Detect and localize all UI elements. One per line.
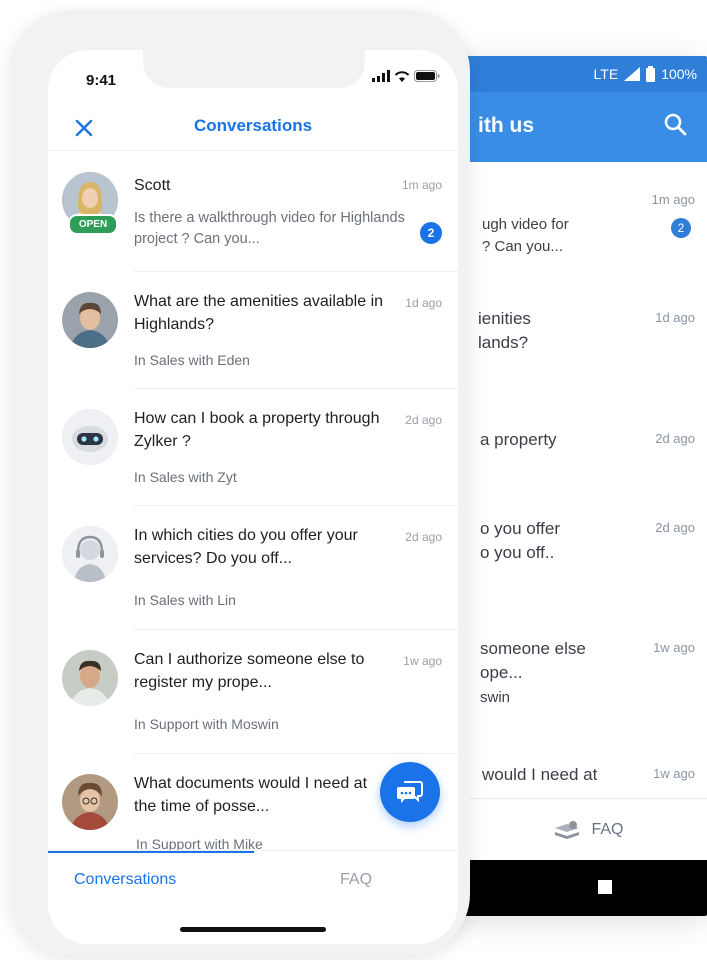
conversation-meta: In Sales with Eden xyxy=(134,352,250,368)
conversation-time: 2d ago xyxy=(405,530,442,544)
android-device: LTE 100% ith us 1m ago ugh video for ? C… xyxy=(430,56,707,916)
avatar xyxy=(62,774,118,830)
android-tab-bar: FAQ xyxy=(430,798,707,860)
android-item-line2: o you off.. xyxy=(480,543,555,562)
conversation-meta: In Sales with Lin xyxy=(134,592,236,608)
android-item-line1: someone else xyxy=(480,639,586,658)
battery-icon xyxy=(646,66,656,82)
unread-badge: 2 xyxy=(671,218,691,238)
conversation-name: Scott xyxy=(134,177,171,194)
android-item-line2: lands? xyxy=(478,333,529,352)
cellular-signal-icon xyxy=(372,70,390,82)
android-item-line1: ienities xyxy=(478,309,531,328)
status-time: 9:41 xyxy=(86,72,117,89)
conversation-title: In which cities do you offer your servic… xyxy=(134,527,358,567)
conversation-time: 1d ago xyxy=(405,296,442,310)
conversation-list: OPEN Scott 1m ago Is there a walkthrough… xyxy=(48,150,458,850)
battery-icon xyxy=(414,70,440,82)
android-item-time: 1m ago xyxy=(651,192,695,207)
tab-faq[interactable]: FAQ xyxy=(340,871,372,889)
android-item-line3: swin xyxy=(480,689,511,706)
conversation-title: How can I book a property through Zylker… xyxy=(134,410,380,450)
recents-icon[interactable] xyxy=(598,880,612,894)
iphone-screen: 9:41 Conversations OPEN Scott 1m ago Is … xyxy=(48,50,458,944)
conversation-time: 1m ago xyxy=(401,178,442,192)
conversation-meta: In Support with Mike xyxy=(136,836,263,850)
agent-avatar xyxy=(62,526,118,582)
conversation-time: 2d ago xyxy=(405,413,442,427)
conversation-title: What documents would I need at the time … xyxy=(134,775,368,815)
search-icon[interactable] xyxy=(663,112,687,136)
conversation-meta: In Support with Moswin xyxy=(134,716,279,732)
conversation-item[interactable]: How can I book a property through Zylker… xyxy=(48,389,458,506)
faq-books-icon xyxy=(555,820,580,839)
android-item-time: 1w ago xyxy=(653,766,695,781)
android-toolbar-title: ith us xyxy=(478,114,534,137)
iphone-device: 9:41 Conversations OPEN Scott 1m ago Is … xyxy=(10,10,470,956)
android-status-bar: LTE 100% xyxy=(430,56,707,92)
battery-label: 100% xyxy=(661,66,697,82)
active-tab-indicator xyxy=(48,851,254,853)
android-list-item[interactable]: 1d ago ienities lands? xyxy=(430,272,707,387)
chat-bubble-icon xyxy=(397,781,423,803)
page-title: Conversations xyxy=(193,116,313,135)
avatar xyxy=(62,292,118,348)
conversation-item[interactable]: OPEN Scott 1m ago Is there a walkthrough… xyxy=(48,150,458,272)
unread-badge: 2 xyxy=(420,222,442,244)
android-conversation-list: 1m ago ugh video for ? Can you... 2 1d a… xyxy=(430,162,707,816)
conversation-item[interactable]: In which cities do you offer your servic… xyxy=(48,506,458,630)
android-list-item[interactable]: 2d ago a property xyxy=(430,387,707,482)
conversation-title: What are the amenities available in High… xyxy=(134,293,384,333)
android-item-line2: ? Can you... xyxy=(482,238,563,255)
avatar xyxy=(62,650,118,706)
conversation-time: 1w ago xyxy=(403,654,442,668)
android-list-item[interactable]: 1w ago someone else ope... swin xyxy=(430,602,707,732)
android-item-line2: ope... xyxy=(480,663,523,682)
android-item-time: 2d ago xyxy=(655,520,695,535)
android-list-item[interactable]: 1w ago would I need at xyxy=(430,732,707,792)
android-item-line1: ugh video for xyxy=(482,216,569,233)
status-icons xyxy=(372,70,440,82)
tab-conversations[interactable]: Conversations xyxy=(74,871,176,889)
android-list-item[interactable]: 2d ago o you offer o you off.. xyxy=(430,482,707,602)
android-item-line1: o you offer xyxy=(480,519,561,538)
header: Conversations xyxy=(48,106,458,151)
new-chat-button[interactable] xyxy=(380,762,440,822)
network-label: LTE xyxy=(593,66,619,82)
android-item-line1: a property xyxy=(480,430,557,449)
android-list-item[interactable]: 1m ago ugh video for ? Can you... 2 xyxy=(430,162,707,272)
conversation-item[interactable]: Can I authorize someone else to register… xyxy=(48,630,458,754)
home-indicator xyxy=(180,927,326,932)
notch xyxy=(143,50,365,88)
tab-bar: Conversations FAQ xyxy=(48,850,458,913)
android-item-line1: would I need at xyxy=(482,765,598,784)
conversation-preview: Is there a walkthrough video for Highlan… xyxy=(134,210,405,247)
wifi-icon xyxy=(394,71,410,82)
conversation-meta: In Sales with Zyt xyxy=(134,469,237,485)
android-tab-faq[interactable]: FAQ xyxy=(591,821,623,839)
conversation-title: Can I authorize someone else to register… xyxy=(134,651,365,691)
android-item-time: 1d ago xyxy=(655,310,695,325)
android-item-time: 1w ago xyxy=(653,640,695,655)
android-item-time: 2d ago xyxy=(655,431,695,446)
signal-icon xyxy=(624,67,641,81)
bot-avatar xyxy=(62,409,118,465)
conversation-item[interactable]: What are the amenities available in High… xyxy=(48,272,458,389)
android-nav-bar xyxy=(430,860,707,916)
open-status-tag: OPEN xyxy=(68,214,118,235)
android-toolbar: ith us xyxy=(430,92,707,162)
